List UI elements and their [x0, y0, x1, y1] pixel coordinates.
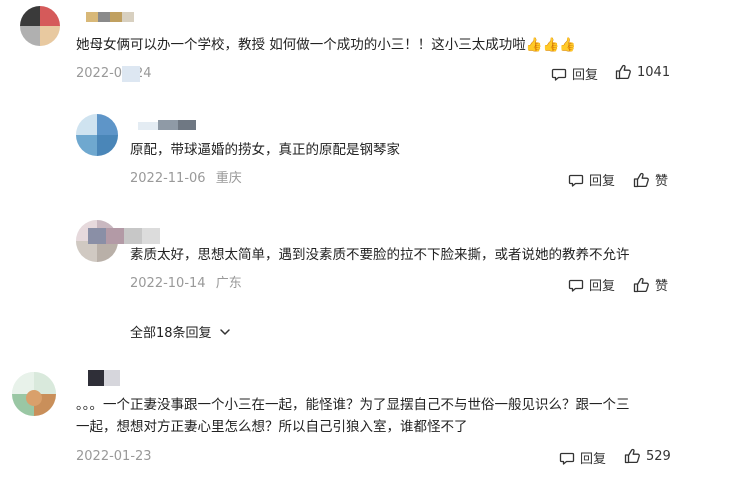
- reply-date-value: 2022-11-06: [130, 171, 206, 186]
- reply-text: 原配，带球逼婚的捞女，真正的原配是钢琴家: [130, 142, 400, 158]
- comment-2: 。。。一个正妻没事跟一个小三在一起，能怪谁？为了显摆自己不与世俗一般见识么？跟一…: [0, 360, 730, 482]
- expand-replies-button[interactable]: 全部18条回复: [130, 322, 232, 341]
- reply-2: 素质太好，思想太简单，遇到没素质不要脸的拉不下脸来撕，或者说她的教养不允许 20…: [0, 218, 730, 303]
- reply-location: 广东: [215, 276, 242, 291]
- like-button[interactable]: 529: [624, 448, 671, 464]
- reply-button[interactable]: 回复: [559, 448, 606, 467]
- like-button[interactable]: 赞: [633, 275, 668, 294]
- comment-date: 2022-01-24: [76, 66, 152, 81]
- reply-label: 回复: [589, 174, 616, 189]
- reply-date-value: 2022-10-14: [130, 276, 206, 291]
- expand-replies-label: 全部18条回复: [130, 326, 212, 341]
- like-button[interactable]: 赞: [633, 170, 668, 189]
- chevron-down-icon: [219, 328, 230, 335]
- reply-date: 2022-10-14 广东: [130, 276, 242, 292]
- date-mosaic: [122, 66, 140, 82]
- username-mosaic[interactable]: [88, 370, 128, 386]
- reply-label: 回复: [580, 452, 607, 467]
- like-label: 赞: [655, 174, 669, 189]
- like-count: 529: [646, 448, 671, 464]
- avatar[interactable]: [20, 6, 60, 46]
- comment-bubble-icon: [559, 452, 575, 465]
- avatar[interactable]: [12, 372, 56, 416]
- thumbs-up-icon: [633, 172, 649, 187]
- username-mosaic[interactable]: [138, 116, 198, 132]
- like-count: 1041: [637, 64, 671, 80]
- thumbs-up-icon: [624, 448, 640, 464]
- comment-bubble-icon: [568, 279, 584, 292]
- reply-label: 回复: [589, 279, 616, 294]
- reply-1: 原配，带球逼婚的捞女，真正的原配是钢琴家 2022-11-06 重庆 回复 赞: [0, 110, 730, 195]
- thumbs-up-icon: [615, 64, 631, 80]
- reply-location: 重庆: [215, 171, 242, 186]
- comment-text-line-2: 一起，想想对方正妻心里怎么想？所以自己引狼入室，谁都怪不了: [76, 419, 468, 435]
- username-mosaic[interactable]: [86, 8, 134, 24]
- reply-date: 2022-11-06 重庆: [130, 171, 242, 187]
- comment-text: 她母女俩可以办一个学校，教授 如何做一个成功的小三！！这小三太成功啦👍👍👍: [76, 37, 577, 53]
- comment-bubble-icon: [551, 68, 567, 81]
- reply-label: 回复: [572, 68, 599, 83]
- thumbs-up-icon: [633, 277, 649, 292]
- comment-1: 她母女俩可以办一个学校，教授 如何做一个成功的小三！！这小三太成功啦👍👍👍 20…: [0, 0, 730, 90]
- reply-button[interactable]: 回复: [568, 275, 615, 294]
- avatar[interactable]: [76, 114, 118, 156]
- reply-button[interactable]: 回复: [568, 170, 615, 189]
- reply-button[interactable]: 回复: [551, 64, 598, 83]
- like-button[interactable]: 1041: [615, 64, 670, 80]
- like-label: 赞: [655, 279, 669, 294]
- comment-date: 2022-01-23: [76, 449, 152, 464]
- reply-text: 素质太好，思想太简单，遇到没素质不要脸的拉不下脸来撕，或者说她的教养不允许: [130, 247, 630, 263]
- comment-bubble-icon: [568, 174, 584, 187]
